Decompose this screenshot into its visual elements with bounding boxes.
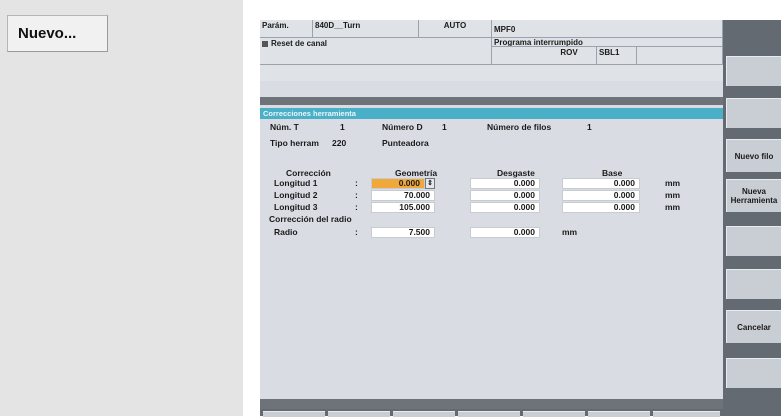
col-geometria: Geometría [395, 168, 438, 178]
col-correccion: Corrección [286, 168, 331, 178]
status-header: Parám. 840D__Turn AUTO MPF0 Reset de can… [260, 20, 723, 81]
wear-field[interactable]: 0.000 [470, 178, 540, 189]
row-sep: : [355, 178, 358, 188]
softkey-2[interactable] [726, 98, 781, 128]
left-panel: Nuevo... [0, 0, 243, 416]
softkey-1[interactable] [726, 56, 781, 86]
unit-label: mm [665, 202, 681, 212]
row-sep: : [355, 190, 358, 200]
hsoftkey-1[interactable] [263, 411, 325, 417]
row-label: Longitud 1 [274, 178, 318, 188]
unit-label: mm [665, 190, 681, 200]
col-desgaste: Desgaste [497, 168, 535, 178]
base-field[interactable]: 0.000 [562, 178, 640, 189]
col-base: Base [602, 168, 623, 178]
base-field[interactable]: 0.000 [562, 202, 640, 213]
row-label: Longitud 2 [274, 190, 318, 200]
radius-wear-field[interactable]: 0.000 [470, 227, 540, 238]
panel-title: Correcciones herramienta [260, 108, 723, 119]
softkey-6[interactable] [726, 269, 781, 299]
hsoftkey-7[interactable] [653, 411, 720, 417]
status-spacer [492, 47, 542, 65]
softkey-5[interactable] [726, 226, 781, 256]
num-filos-label: Número de filos [487, 122, 552, 132]
new-button[interactable]: Nuevo... [7, 15, 108, 52]
new-edge-softkey[interactable]: Nuevo filo [726, 139, 781, 172]
num-t-label: Núm. T [270, 122, 299, 132]
wear-field[interactable]: 0.000 [470, 190, 540, 201]
unit-label: mm [665, 178, 681, 188]
bottom-band [260, 399, 723, 409]
hsoftkey-4[interactable] [458, 411, 520, 417]
geometry-field[interactable]: 70.000 [371, 190, 435, 201]
num-d-label: Número D [382, 122, 423, 132]
vertical-softkeys: Nuevo filo Nueva Herramienta Cancelar [723, 20, 781, 416]
rov-indicator: ROV [542, 47, 597, 65]
hsoftkey-3[interactable] [393, 411, 455, 417]
radius-geometry-field[interactable]: 7.500 [371, 227, 435, 238]
geometry-field[interactable]: 0.000 [371, 178, 425, 189]
cnc-screen: Parám. 840D__Turn AUTO MPF0 Reset de can… [260, 20, 781, 417]
num-d-value: 1 [442, 122, 447, 132]
new-tool-softkey[interactable]: Nueva Herramienta [726, 179, 781, 212]
num-filos-value: 1 [587, 122, 592, 132]
radius-sep: : [355, 227, 358, 237]
tipo-label: Tipo herram [270, 138, 319, 148]
stepper-icon[interactable]: ⇕ [425, 178, 435, 189]
base-field[interactable]: 0.000 [562, 190, 640, 201]
tool-offset-panel: Núm. T 1 Número D 1 Número de filos 1 Ti… [260, 119, 723, 399]
hsoftkey-5[interactable] [523, 411, 585, 417]
param-label: Parám. [260, 20, 313, 38]
num-t-value: 1 [340, 122, 345, 132]
separator-band [260, 97, 723, 105]
row-sep: : [355, 202, 358, 212]
radius-section-label: Corrección del radio [269, 214, 352, 224]
hsoftkey-2[interactable] [328, 411, 390, 417]
wear-field[interactable]: 0.000 [470, 202, 540, 213]
sbl-indicator: SBL1 [597, 47, 637, 65]
geometry-field[interactable]: 105.000 [371, 202, 435, 213]
hsoftkey-6[interactable] [588, 411, 650, 417]
channel-status: Reset de canal [260, 38, 492, 65]
cancel-softkey[interactable]: Cancelar [726, 310, 781, 343]
status-empty [637, 47, 723, 65]
horizontal-softkeys [260, 409, 723, 417]
program-name: MPF0 [492, 20, 723, 38]
program-status: Programa interrumpido [492, 38, 723, 47]
machine-name: 840D__Turn [313, 20, 419, 38]
reset-icon [262, 40, 268, 47]
row-label: Longitud 3 [274, 202, 318, 212]
radius-unit: mm [562, 227, 578, 237]
tipo-name: Punteadora [382, 138, 429, 148]
mode-label: AUTO [419, 20, 492, 38]
radius-label: Radio [274, 227, 298, 237]
softkey-8[interactable] [726, 358, 781, 388]
tipo-value: 220 [332, 138, 347, 148]
